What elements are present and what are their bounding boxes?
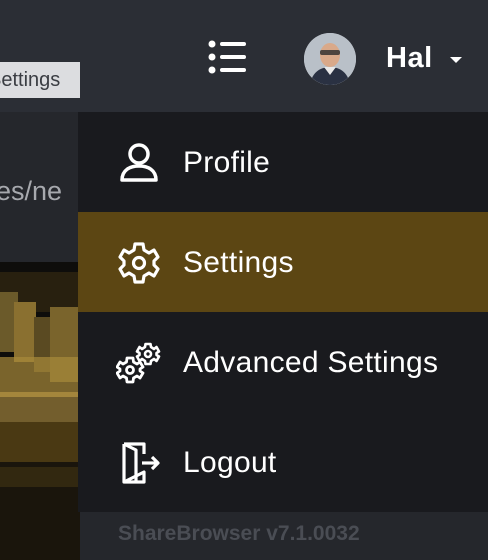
- user-icon: [120, 143, 158, 182]
- menu-label-settings: Settings: [183, 246, 294, 279]
- user-avatar[interactable]: [304, 33, 356, 85]
- menu-label-logout: Logout: [183, 446, 277, 479]
- gears-icon: [116, 342, 161, 384]
- background-thumbnail[interactable]: [0, 262, 80, 560]
- username[interactable]: Hal: [386, 42, 433, 75]
- menu-item-profile[interactable]: Profile: [78, 112, 488, 212]
- user-avatar-photo: [304, 33, 356, 85]
- list-icon[interactable]: [206, 38, 250, 78]
- menu-item-advanced-settings[interactable]: Advanced Settings: [78, 312, 488, 412]
- menu-item-logout[interactable]: Logout: [78, 412, 488, 512]
- menu-label-profile: Profile: [183, 146, 271, 179]
- gear-icon: [118, 242, 160, 284]
- logout-icon: [122, 442, 160, 484]
- menu-item-settings[interactable]: Settings: [78, 212, 488, 312]
- user-dropdown-menu: Profile Settings Advanced Settings Logou…: [78, 112, 488, 512]
- caret-down-icon[interactable]: [450, 57, 462, 63]
- version-label: ShareBrowser v7.1.0032: [118, 522, 360, 545]
- city-night-image: [0, 262, 80, 560]
- tooltip: Settings: [0, 62, 80, 98]
- tooltip-text: Settings: [0, 69, 61, 91]
- menu-label-advanced-settings: Advanced Settings: [183, 346, 439, 379]
- background-path-text: es/ne: [0, 176, 63, 206]
